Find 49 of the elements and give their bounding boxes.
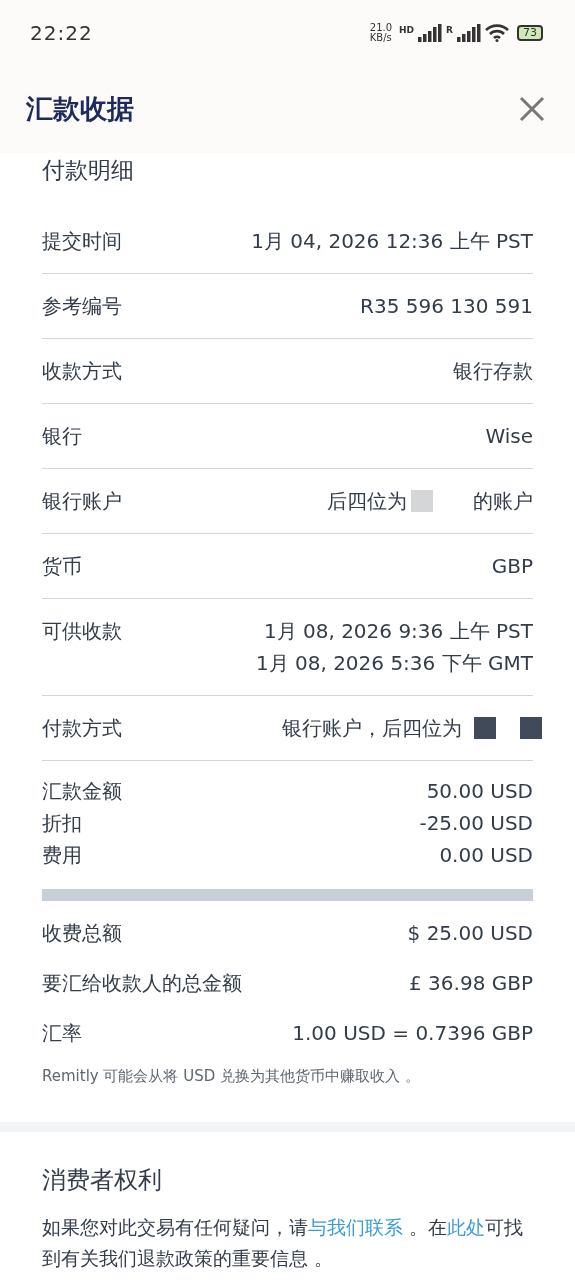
detail-value: R35 596 130 591 [360,293,533,320]
page-title: 汇款收据 [26,92,134,126]
wifi-icon [485,23,509,42]
detail-label: 货币 [42,553,82,580]
amount-label: 折扣 [42,810,82,837]
status-time: 22:22 [30,20,93,45]
close-button[interactable] [517,94,547,124]
total-label: 收费总额 [42,920,122,947]
total-value: £ 36.98 GBP [409,970,533,997]
total-value: 1.00 USD = 0.7396 GBP [292,1020,533,1047]
amount-label: 费用 [42,842,82,869]
contact-link[interactable]: 与我们联系 [308,1216,403,1238]
rights-paragraph: 如果您对此交易有任何疑问，请与我们联系 。在此处可找到有关我们退款政策的重要信息 。 [42,1215,525,1271]
signal-icon [457,23,481,42]
total-label: 汇率 [42,1020,82,1047]
contact-link[interactable]: 此处 [447,1216,486,1238]
detail-label: 参考编号 [42,293,122,320]
detail-value: 1月 08, 2026 5:36 下午 GMT [255,650,533,677]
detail-label: 可供收款 [42,618,122,645]
redaction-block [520,717,542,739]
amount-value: 50.00 USD [426,778,533,805]
network-speed: 21.0 KB/s [369,22,393,43]
detail-value: 后四位为 [327,488,407,515]
detail-value: Wise [485,423,533,450]
detail-label: 收款方式 [42,358,122,385]
section-heading: 消费者权利 [42,1165,163,1196]
detail-value: GBP [491,553,533,580]
total-label: 要汇给收款人的总金额 [42,970,242,997]
redaction-block [411,490,433,512]
detail-label: 银行账户 [42,488,122,515]
detail-value: 1月 04, 2026 12:36 上午 PST [251,228,533,255]
disclaimer-text: Remitly 可能会从将 USD 兑换为其他货币中赚取收入 。 [42,1066,421,1087]
total-value: $ 25.00 USD [407,920,533,947]
detail-value: 银行账户，后四位为 [282,715,462,742]
detail-label: 付款方式 [42,715,122,742]
sim-label: R [446,24,453,35]
amount-value: -25.00 USD [419,810,533,837]
signal-icon [418,23,443,42]
section-heading: 付款明细 [42,156,135,185]
detail-label: 提交时间 [42,228,122,255]
sim-label: HD [399,24,415,35]
amount-value: 0.00 USD [439,842,533,869]
detail-value: 1月 08, 2026 9:36 上午 PST [263,618,533,645]
detail-value: 的账户 [473,488,533,515]
detail-label: 银行 [42,423,82,450]
battery-indicator: 73 [517,24,543,41]
redaction-block [474,717,496,739]
amount-label: 汇款金额 [42,778,122,805]
detail-value: 银行存款 [453,358,533,385]
